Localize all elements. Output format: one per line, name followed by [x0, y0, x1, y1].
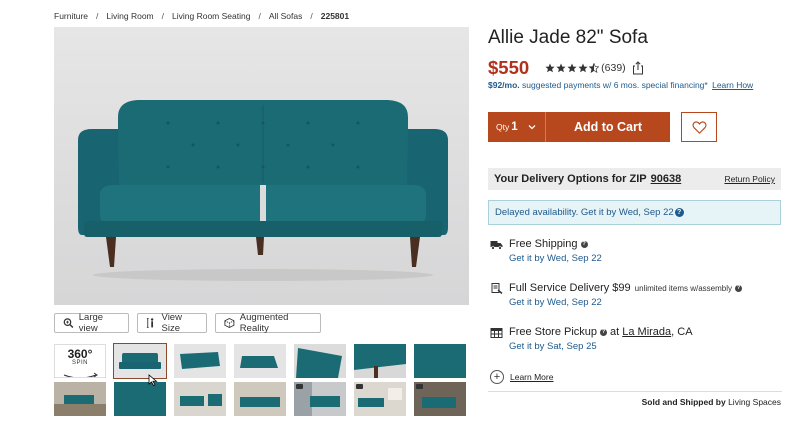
thumbnail-front[interactable] [113, 343, 167, 379]
learn-how-link[interactable]: Learn How [712, 80, 753, 90]
camera-icon [416, 384, 423, 389]
quantity-select[interactable]: Qty 1 [488, 112, 546, 142]
review-count[interactable]: (639) [601, 62, 626, 74]
truck-icon [490, 240, 503, 250]
augmented-reality-button[interactable]: Augmented Reality [215, 312, 321, 334]
thumbnail-strip: 360° SPIN [54, 343, 470, 420]
assembly-icon [491, 282, 503, 294]
financing-info: $92/mo. suggested payments w/ 6 mos. spe… [488, 80, 753, 90]
delayed-availability-notice: Delayed availability. Get it by Wed, Sep… [488, 200, 781, 225]
thumbnail-room-2[interactable] [174, 382, 226, 416]
plus-icon: + [490, 370, 504, 384]
help-icon[interactable]: ? [580, 240, 588, 248]
star-icon [556, 63, 566, 73]
augmented-reality-label: Augmented Reality [239, 312, 289, 334]
star-icon [545, 63, 555, 73]
half-star-icon [589, 63, 600, 73]
breadcrumb-living-room-seating[interactable]: Living Room Seating [172, 11, 250, 21]
thumbnail-room-3[interactable] [234, 382, 286, 416]
breadcrumb-separator: / [161, 11, 165, 21]
thumbnail-angle[interactable] [174, 344, 226, 378]
product-title: Allie Jade 82" Sofa [488, 27, 648, 48]
thumbnail-room-5[interactable] [354, 382, 406, 416]
option-full-service[interactable]: Full Service Delivery $99 unlimited item… [490, 282, 743, 308]
learn-more-link[interactable]: + Learn More [490, 370, 553, 384]
info-icon[interactable]: ? [674, 208, 684, 217]
sold-by-value: Living Spaces [728, 397, 781, 407]
breadcrumb: Furniture / Living Room / Living Room Seatin… [54, 11, 349, 21]
ar-cube-icon [224, 317, 235, 329]
chevron-down-icon [528, 125, 536, 130]
share-icon[interactable] [632, 61, 644, 75]
sold-and-shipped-by: Sold and Shipped by Living Spaces [642, 397, 781, 407]
spin-label: SPIN [71, 360, 88, 366]
star-rating[interactable] [545, 63, 600, 73]
breadcrumb-furniture[interactable]: Furniture [54, 11, 88, 21]
thumbnail-room-4[interactable] [294, 382, 346, 416]
thumbnail-room-1[interactable] [54, 382, 106, 416]
qty-value: 1 [511, 121, 518, 133]
return-policy-link[interactable]: Return Policy [724, 174, 775, 184]
financing-amount: $92/mo. [488, 80, 520, 90]
option-title: Full Service Delivery $99 [509, 282, 631, 294]
delivery-heading: Your Delivery Options for ZIP 90638 [494, 173, 682, 185]
price-row: $550 (639) [488, 57, 644, 79]
person-ruler-icon [146, 318, 154, 328]
option-note: unlimited items w/assembly [634, 283, 733, 293]
breadcrumb-current: 225801 [320, 11, 350, 21]
view-size-button[interactable]: View Size [137, 312, 207, 334]
option-title: Free Shipping [509, 238, 578, 250]
option-date: Get it by Wed, Sep 22 [509, 297, 602, 308]
learn-more-label: Learn More [510, 372, 554, 382]
option-date: Get it by Sat, Sep 25 [509, 341, 597, 352]
zoom-icon [63, 318, 74, 328]
thumbnail-arm-detail[interactable] [294, 344, 346, 378]
option-title: Free Store Pickup [509, 326, 598, 338]
pickup-at: at [610, 326, 620, 338]
rotate-arrow-icon [63, 372, 98, 377]
breadcrumb-living-room[interactable]: Living Room [106, 11, 153, 21]
thumbnail-room-6[interactable] [414, 382, 466, 416]
breadcrumb-separator: / [96, 11, 99, 21]
camera-icon [296, 384, 303, 389]
store-icon [490, 327, 503, 338]
thumbnail-leg-detail[interactable] [354, 344, 406, 378]
option-store-pickup[interactable]: Free Store Pickup ? at La Mirada, CA Get… [490, 326, 693, 352]
breadcrumb-all-sofas[interactable]: All Sofas [269, 11, 303, 21]
sofa-image [78, 100, 448, 281]
store-location-link[interactable]: La Mirada [622, 326, 671, 338]
divider [488, 391, 782, 392]
zip-code-link[interactable]: 90638 [651, 173, 682, 185]
delay-text: Delayed availability. Get it by Wed, Sep… [495, 207, 674, 218]
large-view-button[interactable]: Large view [54, 312, 129, 334]
thumbnail-fabric-closeup[interactable] [114, 382, 166, 416]
heart-icon [691, 120, 707, 134]
option-free-shipping[interactable]: Free Shipping ? Get it by Wed, Sep 22 [490, 238, 602, 264]
breadcrumb-separator: / [310, 11, 313, 21]
thumbnail-side[interactable] [234, 344, 286, 378]
spin-number: 360° [67, 347, 93, 361]
star-icon [578, 63, 588, 73]
view-size-label: View Size [161, 312, 182, 334]
sold-by-label: Sold and Shipped by [641, 397, 726, 407]
financing-text: suggested payments w/ 6 mos. special fin… [522, 80, 708, 90]
product-main-image[interactable] [54, 27, 469, 305]
qty-label: Qty [496, 122, 510, 132]
large-view-label: Large view [78, 312, 104, 334]
help-icon[interactable]: ? [600, 328, 608, 336]
wishlist-button[interactable] [681, 112, 717, 142]
star-icon [567, 63, 577, 73]
breadcrumb-separator: / [258, 11, 261, 21]
camera-icon [356, 384, 363, 389]
add-to-cart-button[interactable]: Add to Cart [546, 112, 670, 142]
option-date: Get it by Wed, Sep 22 [509, 253, 602, 264]
thumbnail-fabric[interactable] [414, 344, 466, 378]
mouse-cursor-icon [148, 374, 158, 386]
delivery-options-header: Your Delivery Options for ZIP 90638 Retur… [488, 168, 781, 190]
product-price: $550 [488, 57, 530, 78]
help-icon[interactable]: ? [735, 284, 743, 292]
store-region: , CA [671, 326, 693, 338]
thumbnail-360-spin[interactable]: 360° SPIN [54, 344, 106, 378]
